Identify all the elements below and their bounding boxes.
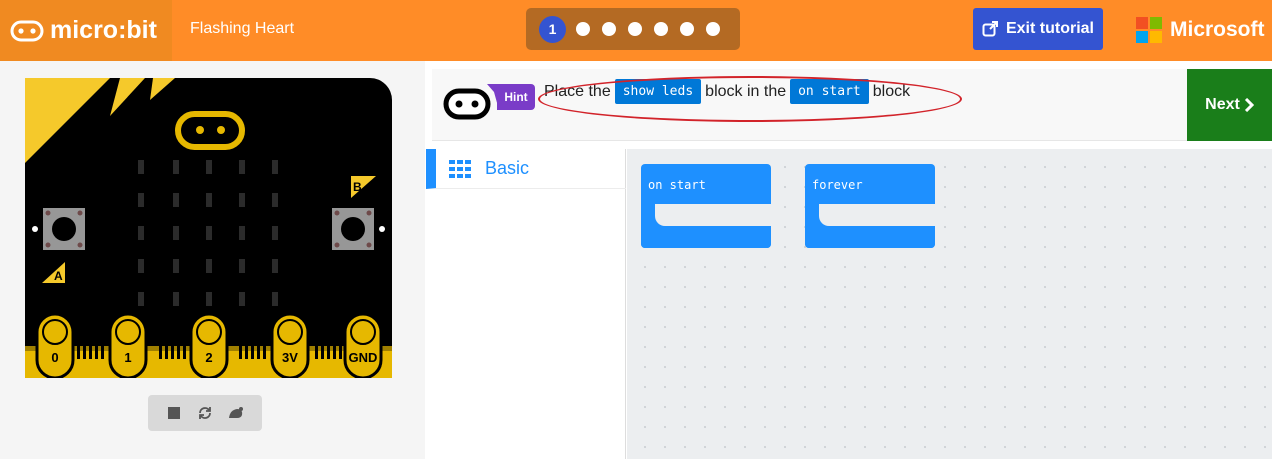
microbit-avatar-icon [443,88,491,120]
pin-2-label: 2 [205,350,212,365]
pin-3v-label: 3V [282,350,298,365]
external-link-icon [982,21,998,37]
microsoft-logo[interactable]: Microsoft [1136,17,1265,43]
forever-block[interactable]: forever [805,164,935,248]
block-slot [819,204,935,226]
step-4[interactable] [628,22,642,36]
microbit-board[interactable]: A B 0 1 2 3V GND [25,78,392,378]
block-footer [641,226,771,248]
hint-highlight-ring [538,76,962,122]
pin-1-label: 1 [124,350,131,365]
blocks-workspace[interactable]: on start forever [627,149,1272,459]
block-label: on start [648,178,706,192]
microsoft-text: Microsoft [1170,18,1265,41]
slow-motion-icon[interactable] [227,404,245,422]
toolbox-category-label: Basic [485,158,530,178]
next-button[interactable]: Next [1187,69,1272,141]
step-2[interactable] [576,22,590,36]
simulator-panel: A B 0 1 2 3V GND [0,61,425,459]
stop-icon[interactable] [165,404,183,422]
block-slot [655,204,771,226]
exit-tutorial-button[interactable]: Exit tutorial [973,8,1103,50]
pin-gnd-label: GND [349,350,378,365]
step-3[interactable] [602,22,616,36]
project-name: Flashing Heart [190,20,295,37]
exit-tutorial-label: Exit tutorial [1005,20,1094,37]
tutorial-steps: 1 [526,8,740,50]
microbit-logo-icon [10,20,44,41]
chevron-right-icon [1244,98,1254,112]
hint-badge[interactable]: Hint [497,84,535,110]
microbit-logo[interactable]: micro:bit [0,0,172,61]
logo-text: micro:bit [50,16,157,44]
step-6[interactable] [680,22,694,36]
microsoft-squares-icon [1136,17,1162,43]
button-a-label: A [54,269,63,283]
step-1[interactable]: 1 [539,15,566,43]
simulator-controls [148,395,262,431]
step-7[interactable] [706,22,720,36]
restart-icon[interactable] [196,404,214,422]
next-label: Next [1205,96,1240,113]
button-b-label: B [353,180,362,194]
grid-icon [449,159,471,178]
top-bar: micro:bit Flashing Heart 1 Exit tutorial… [0,0,1272,61]
block-footer [805,226,935,248]
toolbox: Basic [426,149,626,459]
block-label: forever [812,178,863,192]
on-start-block[interactable]: on start [641,164,771,248]
pin-0-label: 0 [51,350,58,365]
step-5[interactable] [654,22,668,36]
toolbox-category-basic[interactable]: Basic [426,149,626,189]
